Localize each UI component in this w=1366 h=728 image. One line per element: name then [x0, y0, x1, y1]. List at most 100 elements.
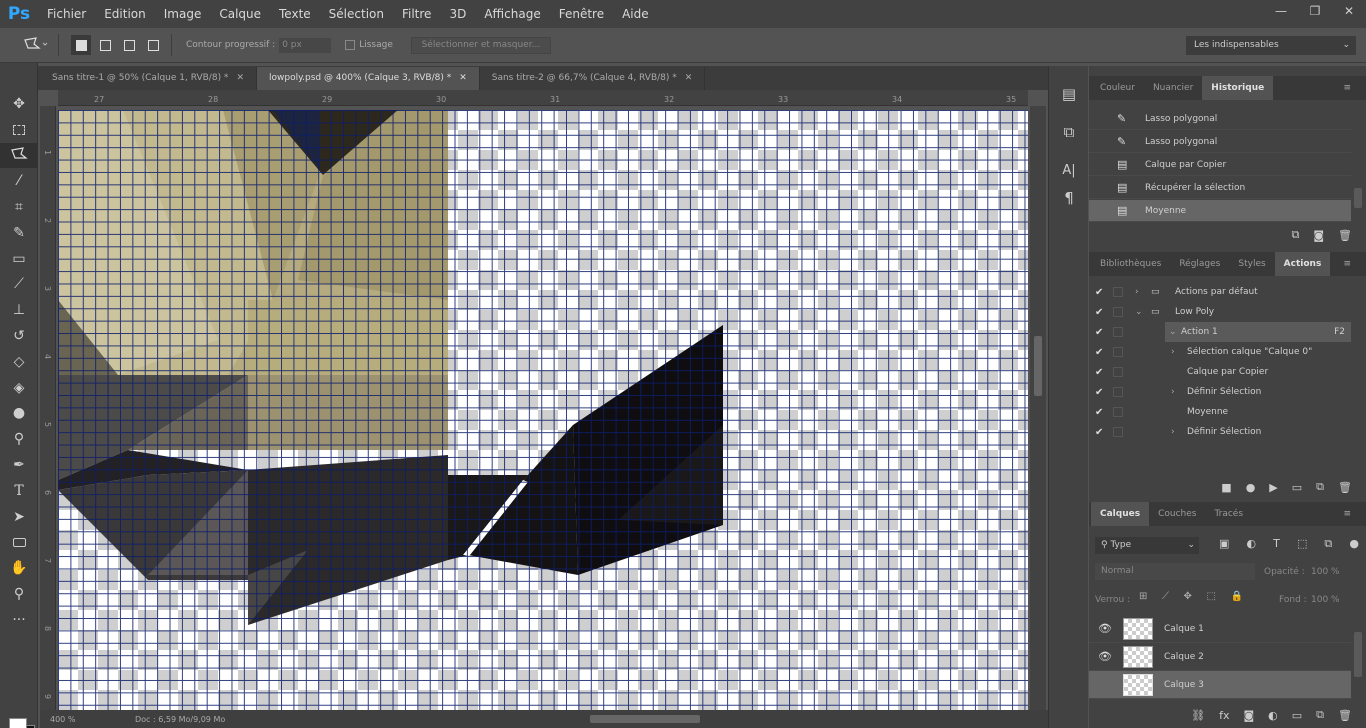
- fx-icon[interactable]: fx: [1219, 709, 1229, 722]
- layer-filter-select[interactable]: ⚲ Type ⌄: [1095, 537, 1199, 554]
- history-scrollbar[interactable]: [1354, 188, 1362, 208]
- eraser-tool[interactable]: ◇: [0, 349, 38, 375]
- history-item[interactable]: ▤ Récupérer la sélection: [1089, 177, 1351, 199]
- dialog-toggle[interactable]: [1113, 347, 1123, 357]
- action-set-lowpoly[interactable]: ✔ ⌄ ▭ Low Poly: [1089, 302, 1351, 322]
- history-item-selected[interactable]: ▤ Moyenne: [1089, 200, 1351, 222]
- lock-all-icon[interactable]: 🔒: [1231, 591, 1243, 607]
- blend-mode-select[interactable]: Normal: [1095, 563, 1255, 580]
- dialog-toggle[interactable]: [1113, 327, 1123, 337]
- check-icon[interactable]: ✔: [1095, 347, 1103, 358]
- history-dock-button[interactable]: ▤: [1049, 80, 1089, 108]
- action-step[interactable]: ✔ Calque par Copier: [1089, 362, 1351, 382]
- subtract-selection-button[interactable]: [119, 35, 139, 55]
- tab-reglages[interactable]: Réglages: [1170, 252, 1229, 276]
- tab-couches[interactable]: Couches: [1149, 502, 1205, 526]
- menu-3d[interactable]: 3D: [440, 7, 475, 21]
- layer-row-selected[interactable]: Calque 3: [1089, 671, 1351, 699]
- history-brush-tool[interactable]: ↺: [0, 323, 38, 349]
- check-icon[interactable]: ✔: [1095, 427, 1103, 438]
- tab-sans-titre-1[interactable]: Sans titre-1 @ 50% (Calque 1, RVB/8) * ✕: [40, 67, 257, 90]
- zoom-tool[interactable]: ⚲: [0, 581, 38, 607]
- history-item[interactable]: ✎ Lasso polygonal: [1089, 108, 1351, 130]
- filter-toggle-icon[interactable]: ●: [1349, 537, 1359, 554]
- close-tab-icon[interactable]: ✕: [685, 73, 693, 83]
- intersect-selection-button[interactable]: [143, 35, 163, 55]
- type-tool[interactable]: T: [0, 478, 38, 504]
- tab-bibliotheques[interactable]: Bibliothèques: [1091, 252, 1170, 276]
- check-icon[interactable]: ✔: [1095, 307, 1103, 318]
- history-item[interactable]: ✎ Lasso polygonal: [1089, 131, 1351, 153]
- history-item[interactable]: ▤ Calque par Copier: [1089, 154, 1351, 176]
- tab-lowpoly[interactable]: lowpoly.psd @ 400% (Calque 3, RVB/8) * ✕: [256, 67, 480, 90]
- new-set-icon[interactable]: ▭: [1292, 481, 1302, 494]
- chevron-down-icon[interactable]: ⌄: [1169, 327, 1177, 337]
- trash-icon[interactable]: 🗑: [1338, 481, 1352, 494]
- shape-tool[interactable]: [0, 530, 38, 556]
- opacity-value[interactable]: 100 %: [1311, 567, 1340, 577]
- eye-icon[interactable]: 👁: [1098, 622, 1112, 635]
- play-icon[interactable]: ▶: [1269, 481, 1277, 494]
- record-icon[interactable]: ●: [1246, 481, 1256, 494]
- lock-transparent-icon[interactable]: ⊞: [1139, 591, 1147, 607]
- gradient-tool[interactable]: ◈: [0, 375, 38, 401]
- dialog-toggle[interactable]: [1113, 407, 1123, 417]
- lock-paint-icon[interactable]: ⟋: [1162, 591, 1169, 607]
- filter-shape-icon[interactable]: ⬚: [1297, 537, 1307, 554]
- action-item-selected[interactable]: ⌄ Action 1 F2: [1165, 322, 1351, 342]
- dialog-toggle[interactable]: [1113, 387, 1123, 397]
- stop-icon[interactable]: ■: [1221, 481, 1231, 494]
- menu-texte[interactable]: Texte: [270, 7, 320, 21]
- chevron-down-icon[interactable]: ⌄: [1135, 307, 1143, 317]
- group-icon[interactable]: ▭: [1292, 709, 1302, 722]
- pen-tool[interactable]: ✒: [0, 452, 38, 478]
- menu-calque[interactable]: Calque: [210, 7, 270, 21]
- path-selection-tool[interactable]: ➤: [0, 504, 38, 530]
- action-step[interactable]: ✔ › Sélection calque "Calque 0": [1089, 342, 1351, 362]
- menu-filtre[interactable]: Filtre: [393, 7, 440, 21]
- menu-fichier[interactable]: Fichier: [38, 7, 95, 21]
- quick-selection-tool[interactable]: ⁄: [0, 168, 38, 194]
- clone-dock-button[interactable]: ⧉: [1049, 118, 1089, 146]
- new-layer-icon[interactable]: ⧉: [1316, 708, 1324, 722]
- more-tools[interactable]: ···: [0, 607, 38, 633]
- check-icon[interactable]: ✔: [1095, 367, 1103, 378]
- check-icon[interactable]: ✔: [1095, 387, 1103, 398]
- panel-menu-icon[interactable]: ≡: [1334, 502, 1360, 526]
- panel-menu-icon[interactable]: ≡: [1334, 76, 1360, 100]
- action-step[interactable]: ✔ › Définir Sélection: [1089, 382, 1351, 402]
- lock-artboard-icon[interactable]: ⬚: [1207, 591, 1216, 607]
- dodge-tool[interactable]: ⚲: [0, 426, 38, 452]
- horizontal-scroll-thumb[interactable]: [590, 715, 700, 723]
- hand-tool[interactable]: ✋: [0, 555, 38, 581]
- chevron-right-icon[interactable]: ›: [1171, 387, 1175, 397]
- menu-fenetre[interactable]: Fenêtre: [550, 7, 613, 21]
- menu-affichage[interactable]: Affichage: [475, 7, 549, 21]
- menu-image[interactable]: Image: [155, 7, 211, 21]
- eye-icon[interactable]: 👁: [1098, 650, 1112, 663]
- menu-aide[interactable]: Aide: [613, 7, 658, 21]
- layer-row[interactable]: 👁 Calque 1: [1089, 615, 1351, 643]
- blur-tool[interactable]: ●: [0, 401, 38, 427]
- adjustment-icon[interactable]: ◐: [1268, 709, 1278, 722]
- panel-menu-icon[interactable]: ≡: [1334, 252, 1360, 276]
- tab-nuancier[interactable]: Nuancier: [1144, 76, 1202, 100]
- paragraph-dock-button[interactable]: ¶: [1049, 184, 1089, 212]
- chevron-right-icon[interactable]: ›: [1135, 287, 1139, 297]
- workspace-select[interactable]: Les indispensables ⌄: [1186, 36, 1356, 55]
- tab-historique[interactable]: Historique: [1202, 76, 1274, 100]
- foreground-color[interactable]: [9, 718, 27, 728]
- lasso-tool[interactable]: [0, 142, 38, 169]
- marquee-tool[interactable]: [0, 117, 38, 143]
- fill-value[interactable]: 100 %: [1311, 595, 1340, 605]
- stamp-tool[interactable]: ⊥: [0, 297, 38, 323]
- trash-icon[interactable]: 🗑: [1338, 709, 1352, 722]
- add-selection-button[interactable]: [95, 35, 115, 55]
- vertical-scrollbar[interactable]: [1030, 106, 1046, 710]
- mask-icon[interactable]: ◙: [1243, 709, 1254, 722]
- close-tab-icon[interactable]: ✕: [236, 73, 244, 83]
- filter-type-icon[interactable]: T: [1273, 537, 1280, 554]
- zoom-level[interactable]: 400 %: [40, 715, 90, 724]
- lock-move-icon[interactable]: ✥: [1184, 591, 1192, 607]
- tool-preset-picker[interactable]: [20, 35, 50, 55]
